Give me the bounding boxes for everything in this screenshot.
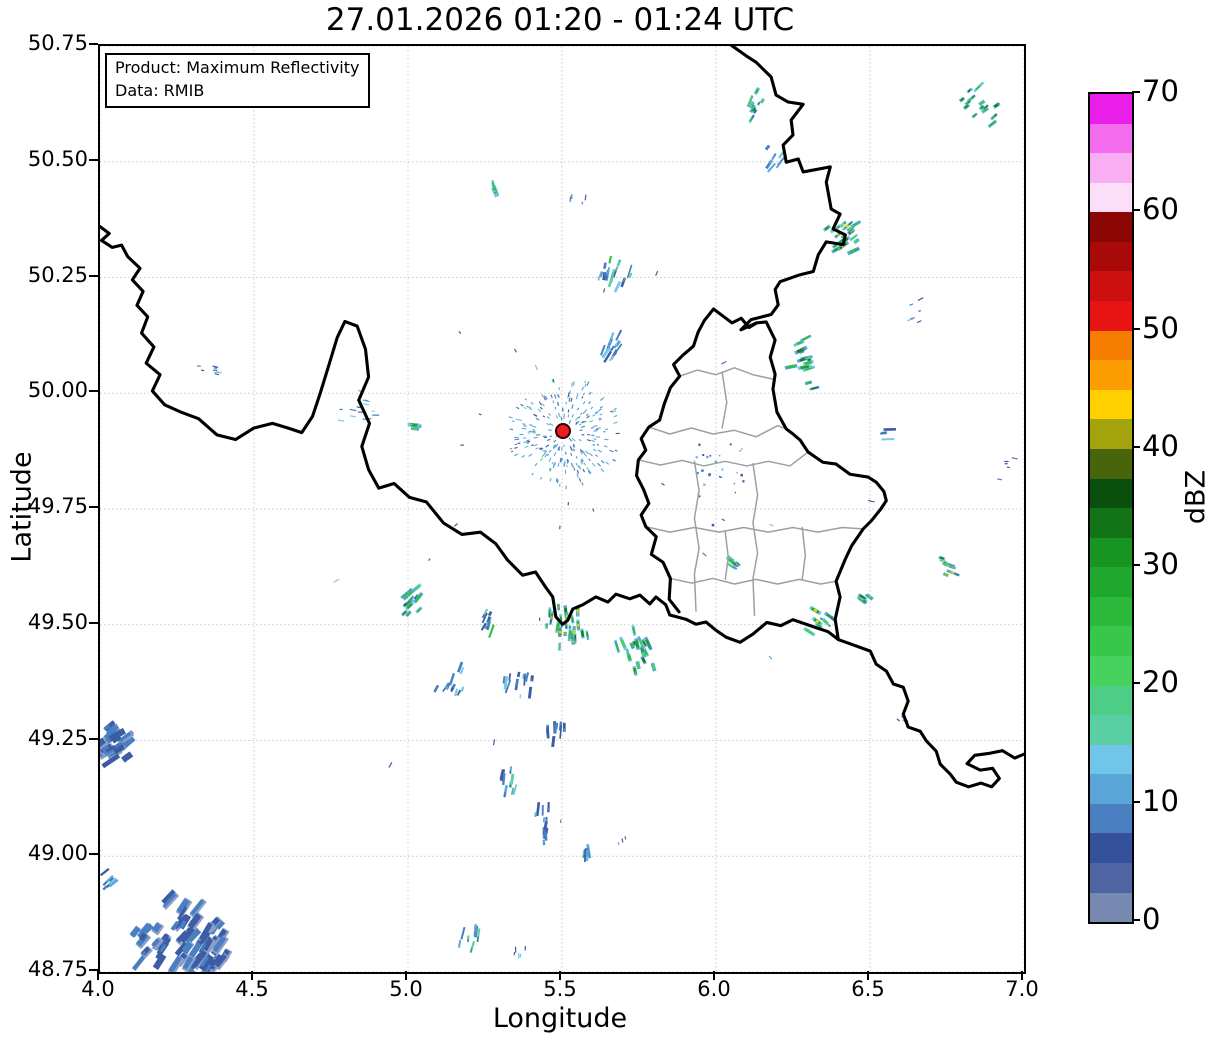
x-tick-label: 6.0 xyxy=(697,977,731,1001)
colorbar-tick-mark xyxy=(1132,564,1140,567)
colorbar-segment xyxy=(1090,508,1132,538)
colorbar-segment xyxy=(1090,360,1132,390)
x-tick-label: 5.5 xyxy=(543,977,577,1001)
x-tick-label: 5.0 xyxy=(389,977,423,1001)
colorbar-segment xyxy=(1090,803,1132,834)
colorbar-segment xyxy=(1090,715,1132,745)
colorbar-segment xyxy=(1090,241,1132,272)
colorbar-segment xyxy=(1090,744,1132,775)
colorbar-segment xyxy=(1090,330,1132,361)
colorbar-tick-mark xyxy=(1132,445,1140,448)
y-tick-label: 49.75 xyxy=(27,494,88,518)
y-tick-label: 49.00 xyxy=(27,841,88,866)
colorbar-segment xyxy=(1090,301,1132,331)
colorbar-tick-mark xyxy=(1132,800,1140,803)
colorbar-tick-mark xyxy=(1132,682,1140,685)
colorbar-tick-mark xyxy=(1132,327,1140,330)
y-tick-mark xyxy=(89,969,98,971)
colorbar-segment xyxy=(1090,685,1132,716)
y-tick-label: 48.75 xyxy=(27,957,88,981)
colorbar-segment xyxy=(1090,567,1132,597)
colorbar-tick-label: 50 xyxy=(1142,310,1179,345)
y-tick-mark xyxy=(89,158,98,161)
colorbar-tick-label: 60 xyxy=(1142,192,1179,227)
x-axis-label: Longitude xyxy=(492,1003,628,1034)
colorbar-segment xyxy=(1090,478,1132,509)
colorbar-segment xyxy=(1090,182,1132,213)
colorbar-segment xyxy=(1090,774,1132,804)
colorbar-tick-label: 10 xyxy=(1142,783,1179,818)
colorbar-segment xyxy=(1090,892,1132,923)
y-tick-mark xyxy=(89,43,98,45)
colorbar-tick-mark xyxy=(1132,91,1140,93)
colorbar-segment xyxy=(1090,212,1132,242)
colorbar-segment xyxy=(1090,655,1132,686)
x-tick-label: 7.0 xyxy=(1005,977,1039,1001)
colorbar-segment xyxy=(1090,537,1132,568)
colorbar-tick-mark xyxy=(1132,919,1140,921)
colorbar-segment xyxy=(1090,153,1132,183)
y-tick-mark xyxy=(89,506,98,508)
annotation-box: Product: Maximum Reflectivity Data: RMIB xyxy=(105,53,371,109)
colorbar-tick-label: 20 xyxy=(1142,665,1179,700)
radar-figure: 27.01.2026 01:20 - 01:24 UTC Product: Ma… xyxy=(0,0,1219,1040)
colorbar-tick-mark xyxy=(1132,209,1140,212)
y-tick-mark xyxy=(89,621,98,624)
colorbar-tick-label: 0 xyxy=(1142,902,1161,936)
y-tick-label: 50.00 xyxy=(27,378,88,403)
colorbar-segment xyxy=(1090,123,1132,154)
colorbar-label: dBZ xyxy=(1180,469,1212,525)
colorbar-segment xyxy=(1090,863,1132,893)
colorbar-segment xyxy=(1090,94,1132,124)
annotation-source: Data: RMIB xyxy=(115,80,205,100)
colorbar-segment xyxy=(1090,271,1132,302)
figure-title: 27.01.2026 01:20 - 01:24 UTC xyxy=(325,2,795,38)
y-tick-label: 49.25 xyxy=(27,725,88,750)
y-tick-label: 50.25 xyxy=(27,262,88,287)
colorbar-segment xyxy=(1090,419,1132,449)
y-tick-mark xyxy=(89,853,98,856)
colorbar-segment xyxy=(1090,448,1132,479)
y-tick-mark xyxy=(89,274,98,277)
colorbar-segment xyxy=(1090,626,1132,656)
colorbar-tick-label: 40 xyxy=(1142,428,1179,463)
colorbar-tick-label: 30 xyxy=(1142,547,1179,582)
colorbar-segment xyxy=(1090,833,1132,864)
colorbar-segment xyxy=(1090,596,1132,627)
y-tick-mark xyxy=(89,390,98,393)
annotation-product: Product: Maximum Reflectivity xyxy=(115,58,360,77)
plot-area: Product: Maximum Reflectivity Data: RMIB xyxy=(98,44,1026,974)
y-tick-label: 50.75 xyxy=(27,31,88,55)
colorbar xyxy=(1088,92,1134,924)
y-tick-label: 49.50 xyxy=(27,609,88,634)
y-tick-label: 50.50 xyxy=(27,146,88,171)
x-tick-label: 4.5 xyxy=(235,977,269,1001)
x-tick-label: 6.5 xyxy=(851,977,885,1001)
y-tick-mark xyxy=(89,737,98,740)
map-canvas xyxy=(100,46,1024,972)
colorbar-segment xyxy=(1090,389,1132,420)
colorbar-tick-label: 70 xyxy=(1142,74,1179,108)
